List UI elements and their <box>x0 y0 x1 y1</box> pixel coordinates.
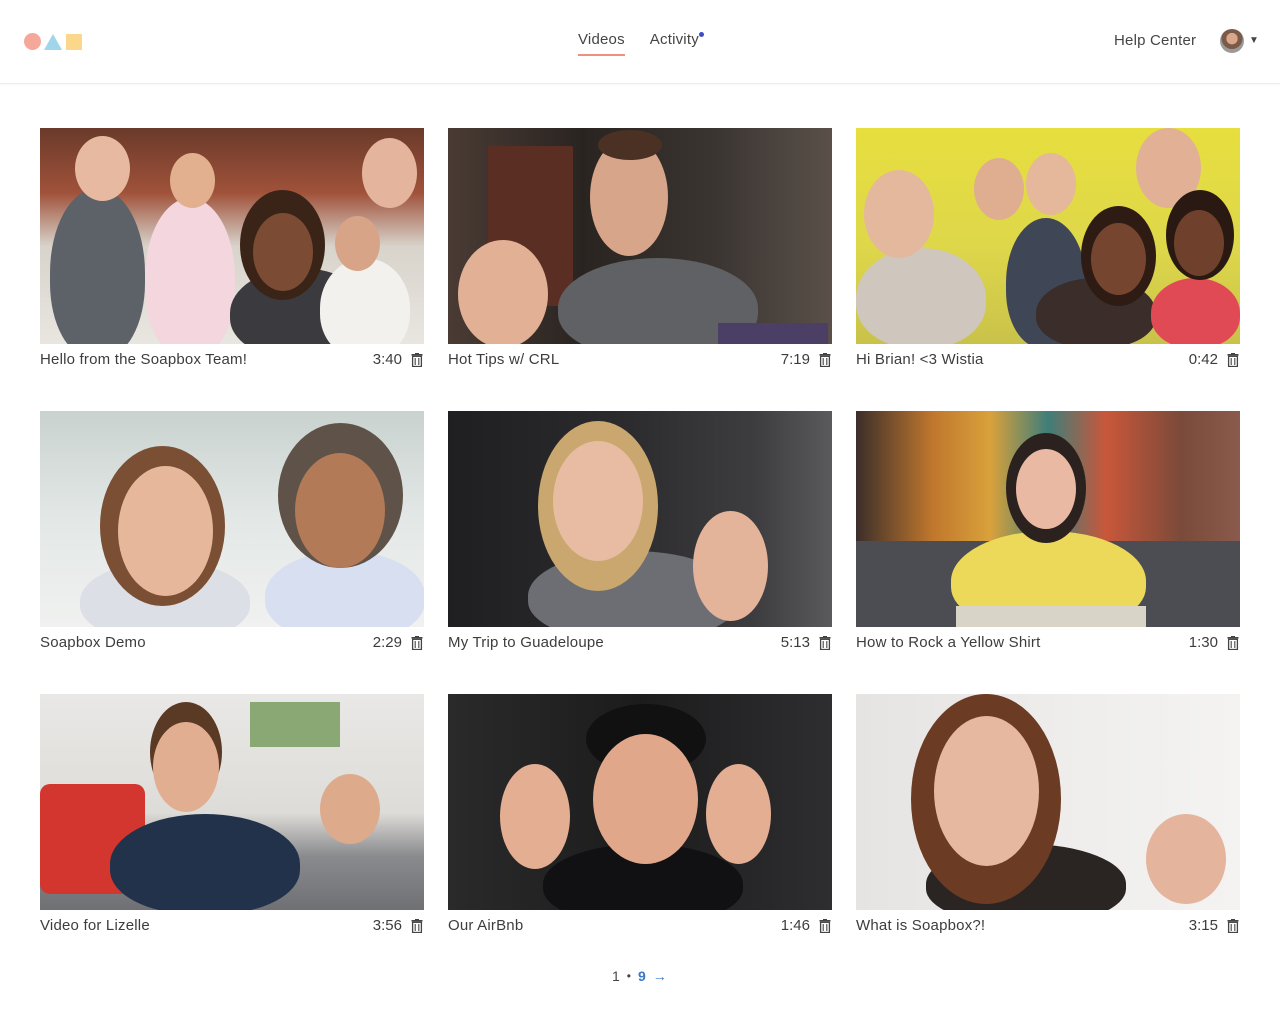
logo-circle-shape <box>24 33 41 50</box>
video-duration: 3:40 <box>372 351 402 368</box>
pagination-separator: • <box>626 969 631 983</box>
video-meta: Hello from the Soapbox Team! 3:40 <box>40 351 424 371</box>
video-thumbnail[interactable] <box>856 128 1240 344</box>
video-meta: Our AirBnb 1:46 <box>448 917 832 937</box>
trash-icon[interactable] <box>411 919 423 933</box>
pagination-current-page: 1 <box>612 968 620 984</box>
video-thumbnail[interactable] <box>448 128 832 344</box>
activity-notification-dot <box>698 32 704 37</box>
help-center-link[interactable]: Help Center <box>1114 32 1196 49</box>
video-card: Hi Brian! <3 Wistia 0:42 <box>856 128 1240 373</box>
video-thumbnail[interactable] <box>856 694 1240 910</box>
video-meta: How to Rock a Yellow Shirt 1:30 <box>856 634 1240 654</box>
nav-tab-activity[interactable]: Activity <box>649 31 704 56</box>
video-duration: 1:30 <box>1188 634 1218 651</box>
trash-icon[interactable] <box>411 636 423 650</box>
video-card: Video for Lizelle 3:56 <box>40 694 424 939</box>
video-meta: My Trip to Guadeloupe 5:13 <box>448 634 832 654</box>
video-title[interactable]: Hello from the Soapbox Team! <box>40 351 247 368</box>
video-card: How to Rock a Yellow Shirt 1:30 <box>856 411 1240 656</box>
video-title[interactable]: Our AirBnb <box>448 917 523 934</box>
trash-icon[interactable] <box>819 353 831 367</box>
trash-icon[interactable] <box>1227 919 1239 933</box>
video-title[interactable]: Hot Tips w/ CRL <box>448 351 559 368</box>
main-nav: Videos Activity <box>578 31 704 56</box>
pagination-last-page-link[interactable]: 9 <box>638 968 646 984</box>
trash-icon[interactable] <box>1227 636 1239 650</box>
top-navigation-bar: Videos Activity Help Center ▼ <box>0 0 1280 84</box>
video-title[interactable]: Hi Brian! <3 Wistia <box>856 351 984 368</box>
user-avatar[interactable] <box>1220 29 1244 53</box>
arrow-right-icon[interactable]: → <box>653 968 667 984</box>
video-title[interactable]: My Trip to Guadeloupe <box>448 634 604 651</box>
video-duration: 5:13 <box>780 634 810 651</box>
video-title[interactable]: Video for Lizelle <box>40 917 150 934</box>
video-meta: Soapbox Demo 2:29 <box>40 634 424 654</box>
video-duration: 7:19 <box>780 351 810 368</box>
video-card: Our AirBnb 1:46 <box>448 694 832 939</box>
video-card: My Trip to Guadeloupe 5:13 <box>448 411 832 656</box>
video-thumbnail[interactable] <box>448 694 832 910</box>
trash-icon[interactable] <box>819 919 831 933</box>
video-title[interactable]: Soapbox Demo <box>40 634 146 651</box>
video-meta: What is Soapbox?! 3:15 <box>856 917 1240 937</box>
video-title[interactable]: What is Soapbox?! <box>856 917 985 934</box>
video-meta: Hot Tips w/ CRL 7:19 <box>448 351 832 371</box>
video-meta: Hi Brian! <3 Wistia 0:42 <box>856 351 1240 371</box>
video-card: Hello from the Soapbox Team! 3:40 <box>40 128 424 373</box>
logo-triangle-shape <box>44 33 62 50</box>
video-duration: 3:56 <box>372 917 402 934</box>
video-thumbnail[interactable] <box>448 411 832 627</box>
video-thumbnail[interactable] <box>40 411 424 627</box>
video-thumbnail[interactable] <box>40 128 424 344</box>
logo[interactable] <box>24 33 82 50</box>
video-duration: 3:15 <box>1188 917 1218 934</box>
trash-icon[interactable] <box>411 353 423 367</box>
pagination: 1 • 9 → <box>612 968 667 984</box>
video-card: Soapbox Demo 2:29 <box>40 411 424 656</box>
video-card: Hot Tips w/ CRL 7:19 <box>448 128 832 373</box>
video-duration: 0:42 <box>1188 351 1218 368</box>
video-duration: 2:29 <box>372 634 402 651</box>
video-thumbnail[interactable] <box>40 694 424 910</box>
video-meta: Video for Lizelle 3:56 <box>40 917 424 937</box>
nav-tab-activity-label: Activity <box>649 31 699 48</box>
video-card: What is Soapbox?! 3:15 <box>856 694 1240 939</box>
video-duration: 1:46 <box>780 917 810 934</box>
caret-down-icon[interactable]: ▼ <box>1249 35 1259 46</box>
video-thumbnail[interactable] <box>856 411 1240 627</box>
trash-icon[interactable] <box>1227 353 1239 367</box>
nav-tab-videos[interactable]: Videos <box>578 31 625 56</box>
video-title[interactable]: How to Rock a Yellow Shirt <box>856 634 1040 651</box>
logo-square-shape <box>66 33 82 50</box>
trash-icon[interactable] <box>819 636 831 650</box>
